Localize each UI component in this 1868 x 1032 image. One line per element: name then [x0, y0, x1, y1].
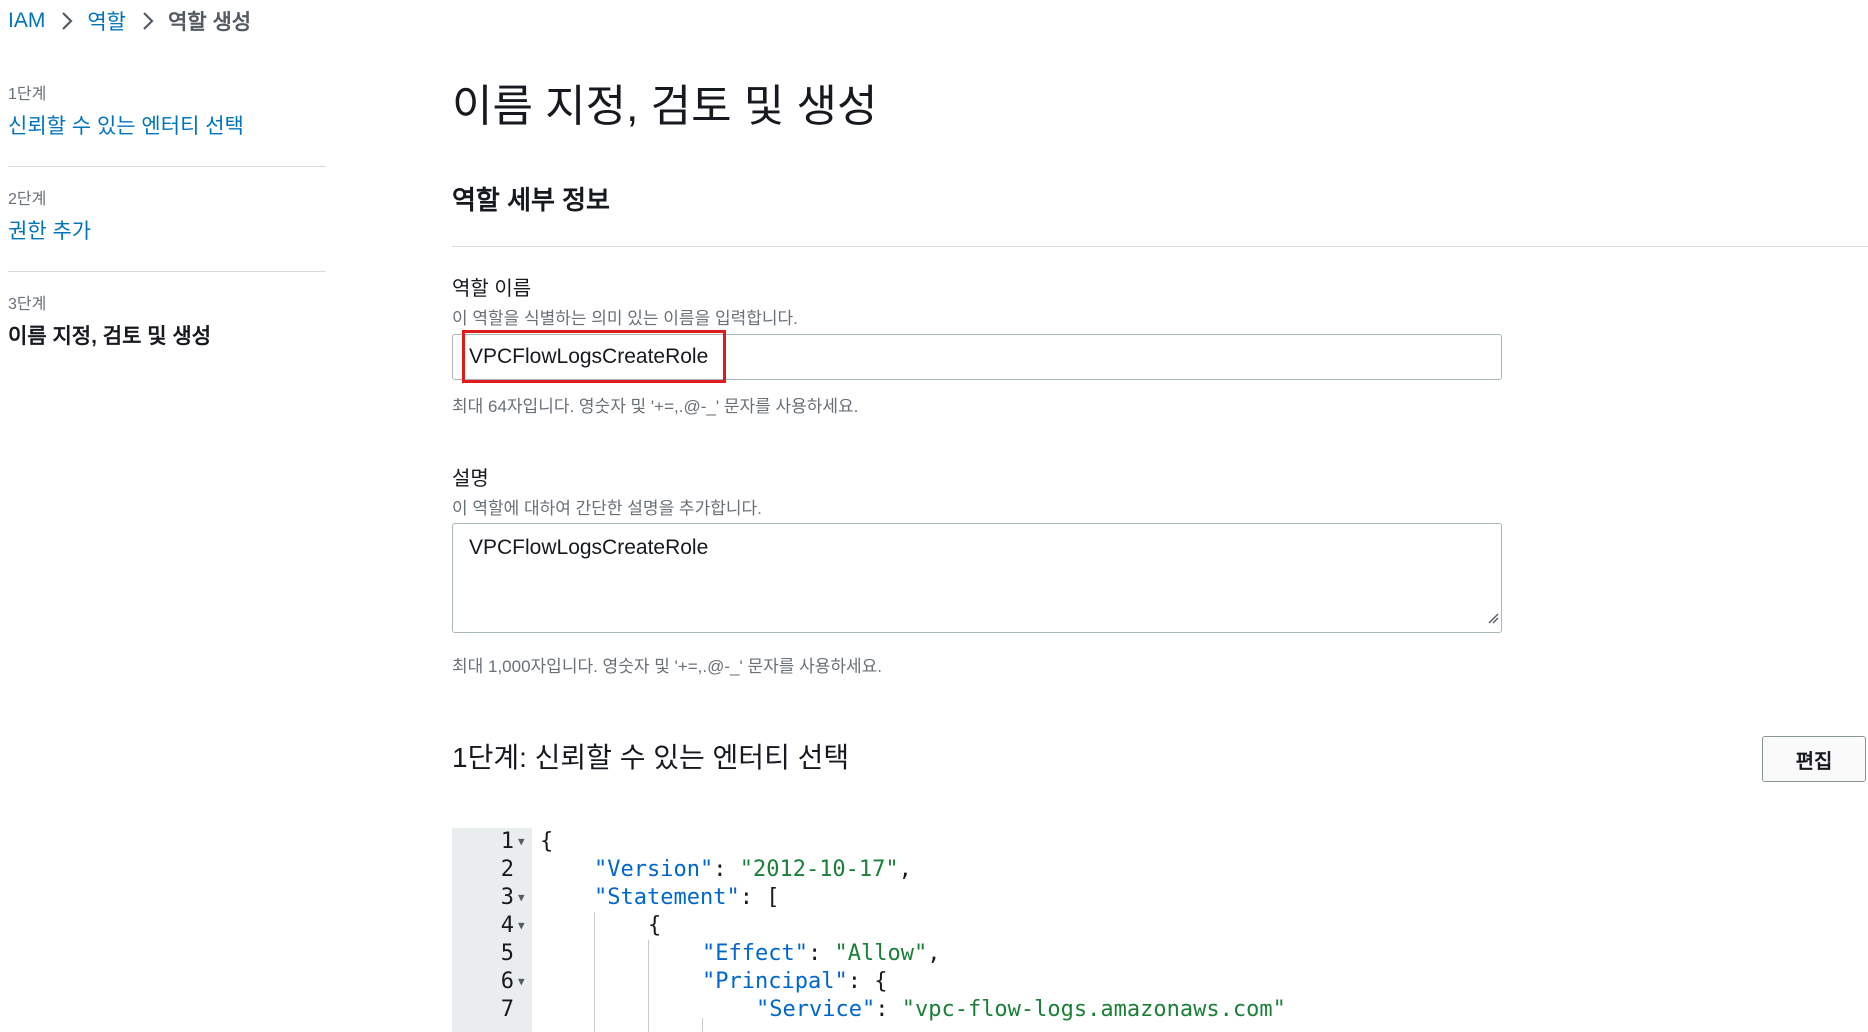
wizard-step-1: 1단계 신뢰할 수 있는 엔터티 선택 — [8, 62, 326, 167]
line-number: 1 — [500, 829, 514, 854]
role-name-description: 이 역할을 식별하는 의미 있는 이름을 입력합니다. — [452, 309, 798, 328]
chevron-right-icon — [142, 11, 154, 31]
json-key: "Statement" — [594, 885, 740, 910]
step1-summary-title: 1단계: 신뢰할 수 있는 엔터티 선택 — [452, 742, 850, 773]
trust-policy-code-editor[interactable]: 1 ▼ { 2 "Version": "2012-10-17", 3 ▼ "St… — [452, 828, 1868, 1032]
chevron-right-icon — [61, 11, 73, 31]
role-name-constraint: 최대 64자입니다. 영숫자 및 '+=,.@-_' 문자를 사용하세요. — [452, 397, 859, 416]
wizard-step-2: 2단계 권한 추가 — [8, 167, 326, 272]
description-label: 설명 — [452, 468, 489, 490]
fold-arrow-icon[interactable]: ▼ — [518, 884, 525, 912]
step-number: 1단계 — [8, 86, 47, 103]
json-punct: : — [875, 997, 902, 1022]
indent-guide — [648, 940, 649, 1032]
indent-guide — [702, 1018, 703, 1032]
description-constraint: 최대 1,000자입니다. 영숫자 및 '+=,.@-_' 문자를 사용하세요. — [452, 657, 883, 676]
wizard-steps-nav: 1단계 신뢰할 수 있는 엔터티 선택 2단계 권한 추가 3단계 이름 지정,… — [8, 62, 326, 376]
json-string: "2012-10-17" — [739, 857, 899, 882]
resize-handle-icon[interactable] — [1487, 606, 1499, 630]
step-link-trusted-entity[interactable]: 신뢰할 수 있는 엔터티 선택 — [8, 110, 326, 140]
json-punct: : [ — [739, 885, 780, 910]
edit-button[interactable]: 편집 — [1762, 736, 1866, 782]
fold-arrow-icon[interactable]: ▼ — [518, 968, 525, 996]
breadcrumb-current: 역할 생성 — [167, 11, 252, 34]
breadcrumb-link-roles[interactable]: 역할 — [87, 6, 126, 36]
role-name-input[interactable]: VPCFlowLogsCreateRole — [452, 334, 1502, 380]
json-key: "Service" — [756, 997, 876, 1022]
code-text: { — [540, 829, 554, 854]
json-punct: : — [713, 857, 740, 882]
json-punct: : { — [847, 969, 888, 994]
wizard-step-3: 3단계 이름 지정, 검토 및 생성 — [8, 272, 326, 376]
json-punct: , — [927, 941, 941, 966]
description-textarea[interactable]: VPCFlowLogsCreateRole — [452, 523, 1502, 633]
json-punct: , — [898, 857, 912, 882]
breadcrumb: IAM 역할 역할 생성 — [8, 4, 251, 38]
role-name-label: 역할 이름 — [452, 278, 532, 300]
json-string: "vpc-flow-logs.amazonaws.com" — [901, 997, 1286, 1022]
step-number: 2단계 — [8, 191, 47, 208]
line-number: 6 — [500, 969, 514, 994]
indent-guide — [594, 912, 595, 1032]
divider — [452, 246, 1868, 247]
step-link-add-permissions[interactable]: 권한 추가 — [8, 215, 326, 245]
code-text: { — [648, 913, 662, 938]
breadcrumb-link-iam[interactable]: IAM — [8, 9, 45, 33]
fold-arrow-icon[interactable]: ▼ — [518, 828, 525, 856]
step-current-name-review: 이름 지정, 검토 및 생성 — [8, 325, 212, 348]
json-punct: : — [807, 941, 835, 966]
line-number: 5 — [500, 941, 514, 966]
step-number: 3단계 — [8, 296, 47, 313]
line-number: 3 — [500, 885, 514, 910]
description-textarea-value: VPCFlowLogsCreateRole — [469, 536, 709, 559]
page-title: 이름 지정, 검토 및 생성 — [452, 82, 878, 131]
description-help-text: 이 역할에 대하여 간단한 설명을 추가합니다. — [452, 499, 762, 518]
json-string: "Allow" — [834, 941, 928, 966]
fold-arrow-icon[interactable]: ▼ — [518, 912, 525, 940]
line-number: 2 — [500, 857, 514, 882]
json-key: "Version" — [594, 857, 714, 882]
json-key: "Principal" — [702, 969, 848, 994]
line-number: 7 — [500, 997, 514, 1022]
line-number: 4 — [500, 913, 514, 938]
json-key: "Effect" — [702, 941, 808, 966]
section-header-role-details: 역할 세부 정보 — [452, 185, 610, 215]
